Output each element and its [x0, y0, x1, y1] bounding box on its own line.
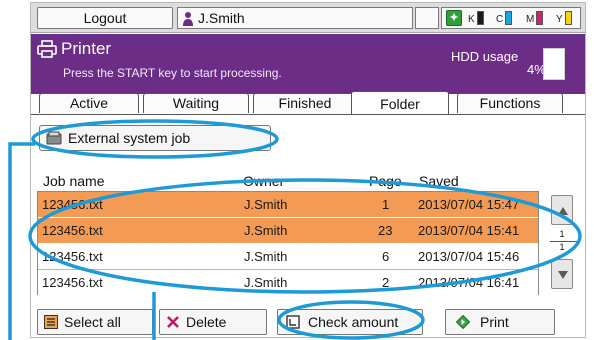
pages-cell: 1	[382, 197, 390, 212]
print-button[interactable]: Print	[445, 309, 555, 335]
user-indicator: J.Smith	[177, 7, 413, 29]
pages-cell: 23	[378, 223, 393, 238]
screenshot: Logout J.Smith ✦ K C M Y Printer Press t…	[0, 0, 594, 340]
column-saved[interactable]: Saved	[419, 173, 459, 189]
printer-panel: Logout J.Smith ✦ K C M Y Printer Press t…	[30, 2, 586, 338]
delete-x-icon	[167, 316, 179, 328]
saved-cell: 2013/07/04 16:41	[418, 275, 520, 290]
toner-m: M	[526, 11, 544, 25]
printer-icon	[37, 40, 57, 58]
job-list: 123456.txt J.Smith 1 2013/07/04 15:47 12…	[37, 191, 539, 296]
external-system-job-label: External system job	[68, 130, 191, 146]
user-name: J.Smith	[198, 10, 245, 26]
hdd-usage-label: HDD usage	[451, 49, 519, 64]
select-all-button[interactable]: Select all	[37, 309, 153, 335]
toner-levels: ✦ K C M Y	[441, 7, 581, 29]
saved-cell: 2013/07/04 15:41	[418, 223, 520, 238]
owner-cell: J.Smith	[244, 223, 288, 238]
select-all-icon	[44, 315, 58, 329]
page-divider	[550, 241, 578, 242]
table-row[interactable]: 123456.txt J.Smith 2 2013/07/04 16:41	[38, 270, 538, 296]
delete-button[interactable]: Delete	[159, 309, 267, 335]
pages-cell: 2	[382, 275, 390, 290]
table-row[interactable]: 123456.txt J.Smith 6 2013/07/04 15:46	[38, 244, 538, 270]
owner-cell: J.Smith	[244, 249, 288, 264]
check-amount-label: Check amount	[308, 314, 399, 330]
check-amount-icon	[286, 315, 300, 329]
printer-header: Printer Press the START key to start pro…	[31, 34, 585, 94]
logout-button[interactable]: Logout	[37, 7, 173, 29]
status-message: Press the START key to start processing.	[63, 66, 282, 80]
external-system-job-button[interactable]: External system job	[39, 125, 271, 151]
job-name-cell: 123456.txt	[42, 275, 103, 290]
column-owner[interactable]: Owner	[243, 173, 284, 189]
status-bar: Logout J.Smith ✦ K C M Y	[31, 3, 585, 33]
scroll-up-button[interactable]	[551, 195, 573, 225]
owner-cell: J.Smith	[244, 197, 288, 212]
job-name-cell: 123456.txt	[42, 249, 103, 264]
tab-functions[interactable]: Functions	[457, 93, 563, 113]
triangle-up-icon	[558, 207, 568, 215]
column-job-name[interactable]: Job name	[43, 173, 104, 189]
user-icon	[183, 12, 193, 26]
table-row[interactable]: 123456.txt J.Smith 23 2013/07/04 15:41	[38, 218, 538, 244]
folder-job-icon	[46, 131, 62, 145]
delete-label: Delete	[186, 314, 227, 330]
column-page[interactable]: Page	[369, 173, 402, 189]
saved-cell: 2013/07/04 15:47	[418, 197, 520, 212]
tab-divider	[31, 114, 585, 115]
toner-c: C	[496, 11, 513, 25]
toner-k: K	[468, 11, 484, 25]
tab-waiting[interactable]: Waiting	[143, 93, 249, 113]
page-title: Printer	[61, 39, 112, 58]
page-total: 1	[559, 242, 565, 252]
eco-leaf-icon: ✦	[446, 10, 462, 26]
scroll-down-button[interactable]	[551, 259, 573, 289]
tab-finished[interactable]: Finished	[253, 93, 357, 113]
check-amount-button[interactable]: Check amount	[277, 309, 423, 335]
job-name-cell: 123456.txt	[42, 197, 103, 212]
table-row[interactable]: 123456.txt J.Smith 1 2013/07/04 15:47	[38, 192, 538, 218]
hdd-usage-gauge	[543, 48, 565, 80]
triangle-down-icon	[558, 271, 568, 279]
toner-y: Y	[556, 11, 572, 25]
status-slot	[415, 7, 439, 29]
page-current: 1	[559, 229, 565, 239]
print-label: Print	[480, 314, 509, 330]
pages-cell: 6	[382, 249, 390, 264]
print-diamond-icon	[456, 315, 470, 329]
tab-active[interactable]: Active	[39, 93, 139, 113]
saved-cell: 2013/07/04 15:46	[418, 249, 520, 264]
job-name-cell: 123456.txt	[42, 223, 103, 238]
select-all-label: Select all	[64, 314, 121, 330]
owner-cell: J.Smith	[244, 275, 288, 290]
tab-folder[interactable]: Folder	[351, 91, 449, 115]
